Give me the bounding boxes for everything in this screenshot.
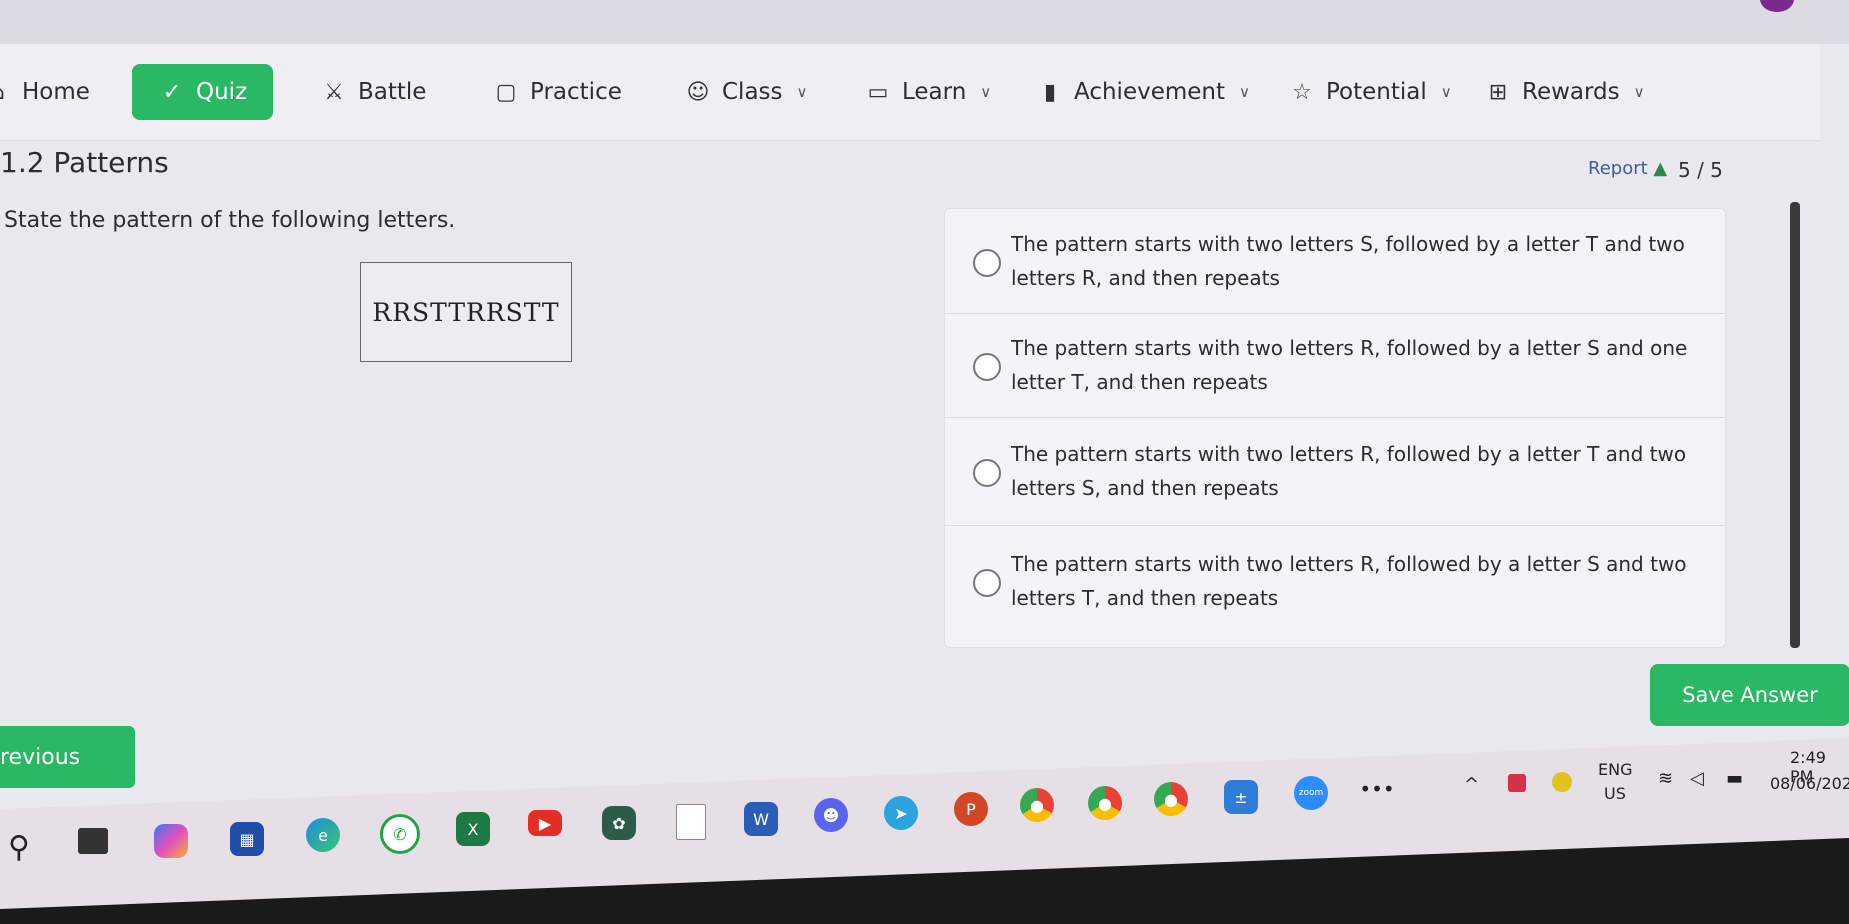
- app-tray-icon[interactable]: [1508, 774, 1526, 792]
- answer-options: The pattern starts with two letters S, f…: [944, 208, 1726, 648]
- nav-item-learn[interactable]: ▭ Learn ∨: [866, 64, 992, 120]
- nav-item-label: Class: [722, 79, 783, 105]
- search-icon[interactable]: ⚲: [2, 830, 36, 865]
- system-tray: ^ ENG US ≋ ◁ ▬ 2:49 PM 08/06/2025: [1400, 720, 1849, 810]
- more-icon[interactable]: •••: [1359, 772, 1394, 806]
- radio-button[interactable]: [973, 569, 1001, 597]
- clipboard-icon: ▢: [495, 79, 517, 105]
- telegram-icon[interactable]: ➤: [884, 796, 918, 830]
- bar-chart-icon: ▮: [1043, 79, 1057, 105]
- scrollbar[interactable]: [1790, 202, 1800, 648]
- chrome-icon[interactable]: ●: [1020, 788, 1054, 822]
- zoom-label: zoom: [1298, 788, 1324, 798]
- wifi-icon[interactable]: ≋: [1658, 768, 1673, 789]
- clock-date[interactable]: 08/06/2025: [1770, 774, 1849, 793]
- chrome-icon[interactable]: ●: [1154, 782, 1188, 816]
- question-prompt: State the pattern of the following lette…: [4, 208, 456, 233]
- region-indicator[interactable]: US: [1604, 784, 1626, 803]
- answer-option[interactable]: The pattern starts with two letters R, f…: [945, 417, 1725, 526]
- chevron-down-icon: ∨: [796, 83, 808, 101]
- nav-item-practice[interactable]: ▢ Practice: [494, 64, 622, 120]
- answer-option[interactable]: The pattern starts with two letters S, f…: [945, 209, 1725, 314]
- chrome-icon[interactable]: ●: [1088, 786, 1122, 820]
- star-icon: ☆: [1292, 79, 1312, 105]
- browser-top-strip: [0, 0, 1849, 44]
- edge-icon[interactable]: e: [306, 818, 340, 852]
- browser-viewport: ⌂ Home ✓ Quiz ⚔ Battle ▢ Practice ☺ Clas…: [0, 0, 1849, 830]
- answer-option[interactable]: The pattern starts with two letters R, f…: [945, 525, 1725, 635]
- option-text: The pattern starts with two letters R, f…: [1011, 336, 1688, 394]
- gift-icon: ⊞: [1488, 79, 1508, 105]
- nav-item-rewards[interactable]: ⊞ Rewards ∨: [1486, 64, 1645, 120]
- nav-item-potential[interactable]: ☆ Potential ∨: [1290, 64, 1452, 120]
- copilot-icon[interactable]: [154, 824, 188, 858]
- chevron-down-icon: ∨: [1633, 83, 1645, 101]
- chevron-up-icon[interactable]: ^: [1464, 774, 1479, 795]
- chevron-down-icon: ∨: [1239, 83, 1250, 101]
- nav-item-achievement[interactable]: ▮ Achievement ∨: [1038, 64, 1250, 120]
- store-icon[interactable]: ▦: [230, 822, 264, 856]
- people-icon: ☺: [686, 79, 710, 105]
- radio-button[interactable]: [973, 249, 1001, 277]
- previous-button[interactable]: revious: [0, 726, 135, 788]
- home-icon: ⌂: [0, 80, 10, 105]
- calculator-icon[interactable]: ±: [1224, 780, 1258, 814]
- file-icon[interactable]: [676, 804, 706, 840]
- language-indicator[interactable]: ENG: [1598, 760, 1632, 779]
- app-tray-icon[interactable]: [1552, 772, 1572, 792]
- nav-item-label: Practice: [530, 79, 622, 105]
- option-text: The pattern starts with two letters R, f…: [1011, 552, 1687, 610]
- nav-item-class[interactable]: ☺ Class ∨: [686, 64, 808, 120]
- radio-button[interactable]: [973, 353, 1001, 381]
- check-circle-icon: ✓: [162, 79, 182, 105]
- question-progress: 5 / 5: [1678, 158, 1723, 182]
- powerpoint-icon[interactable]: P: [954, 792, 988, 826]
- option-text: The pattern starts with two letters S, f…: [1011, 232, 1685, 290]
- youtube-icon[interactable]: ▶: [528, 810, 562, 836]
- chatgpt-icon[interactable]: ✿: [602, 806, 636, 840]
- radio-button[interactable]: [973, 459, 1001, 487]
- nav-item-label: Quiz: [196, 79, 248, 105]
- nav-item-battle[interactable]: ⚔ Battle: [322, 64, 426, 120]
- word-icon[interactable]: W: [744, 802, 778, 836]
- whatsapp-icon[interactable]: ✆: [380, 814, 420, 854]
- chevron-down-icon: ∨: [980, 83, 992, 101]
- answer-option[interactable]: The pattern starts with two letters R, f…: [945, 313, 1725, 418]
- zoom-icon[interactable]: zoom: [1294, 776, 1328, 810]
- report-label: Report: [1588, 158, 1648, 179]
- nav-item-label: Potential: [1326, 79, 1427, 105]
- save-answer-button[interactable]: Save Answer: [1650, 664, 1849, 726]
- chevron-down-icon: ∨: [1440, 83, 1452, 101]
- nav-item-home[interactable]: ⌂ Home: [0, 64, 90, 120]
- nav-item-label: Home: [22, 79, 90, 105]
- excel-icon[interactable]: X: [456, 812, 490, 846]
- pattern-display: RRSTTRRSTT: [360, 262, 572, 362]
- nav-item-label: Rewards: [1522, 79, 1620, 105]
- speaker-icon[interactable]: ◁: [1690, 768, 1704, 789]
- page-title: 1.2 Patterns: [0, 146, 169, 179]
- book-icon: ▭: [867, 79, 889, 105]
- main-navigation: ⌂ Home ✓ Quiz ⚔ Battle ▢ Practice ☺ Clas…: [0, 44, 1820, 141]
- versus-icon: ⚔: [324, 79, 344, 105]
- discord-icon[interactable]: ☻: [814, 798, 848, 832]
- battery-icon[interactable]: ▬: [1726, 768, 1743, 789]
- nav-item-label: Learn: [902, 79, 967, 105]
- option-text: The pattern starts with two letters R, f…: [1011, 442, 1687, 500]
- nav-item-quiz[interactable]: ✓ Quiz: [132, 64, 274, 120]
- warning-icon: ▲: [1653, 158, 1668, 179]
- task-view-icon[interactable]: [78, 828, 108, 854]
- report-link[interactable]: Report ▲: [1588, 158, 1667, 179]
- nav-item-label: Battle: [358, 79, 427, 105]
- nav-item-label: Achievement: [1074, 79, 1226, 105]
